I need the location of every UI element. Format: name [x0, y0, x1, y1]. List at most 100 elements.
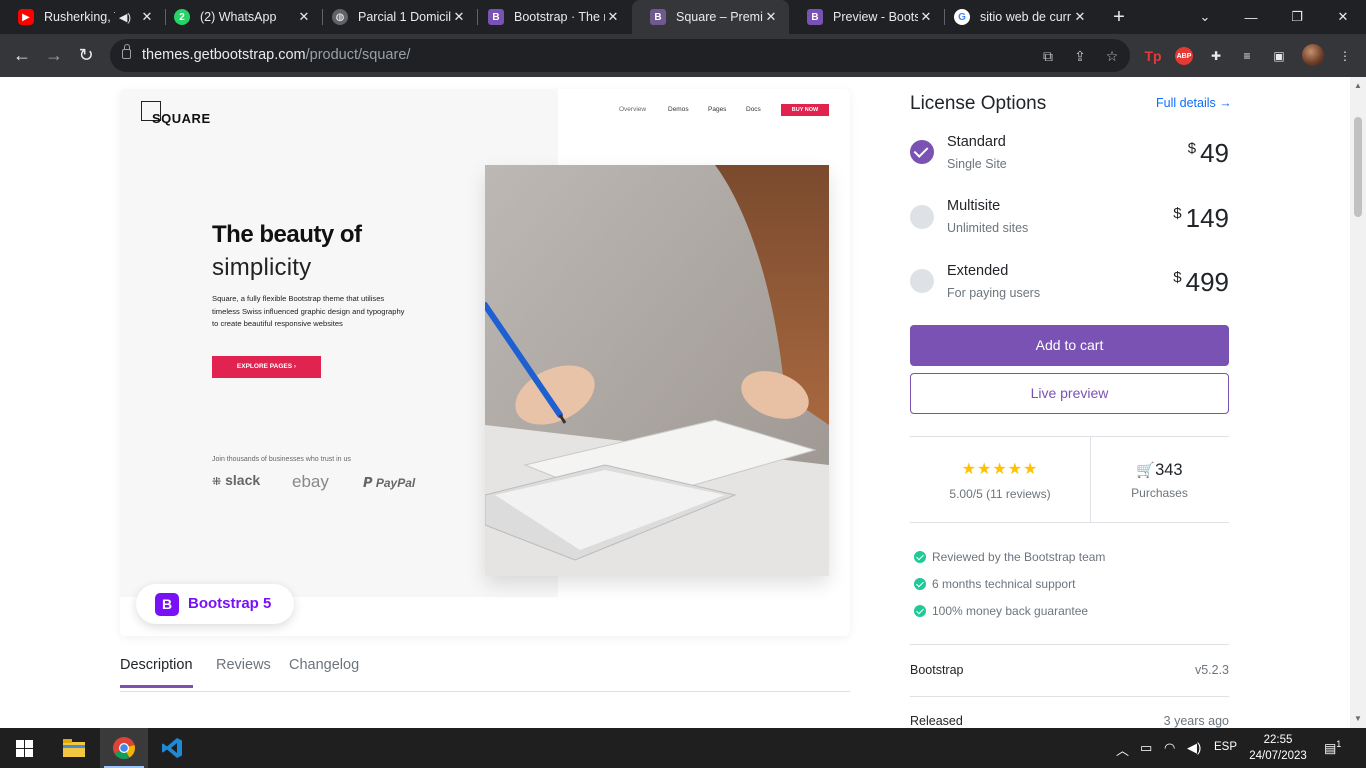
file-explorer-icon[interactable] — [50, 728, 98, 768]
live-preview-button[interactable]: Live preview — [910, 373, 1229, 414]
tab-description[interactable]: Description — [120, 657, 193, 688]
preview-nav-docs: Docs — [746, 106, 761, 113]
translate-icon[interactable]: ⧉ — [1038, 46, 1058, 66]
preview-nav-pages: Pages — [708, 106, 727, 113]
tab-title: Preview - Bootstr — [833, 10, 918, 24]
media-queue-icon[interactable]: ≡ — [1236, 45, 1258, 67]
license-multisite-price: $149 — [1173, 203, 1229, 233]
check-circle-icon — [914, 551, 926, 563]
close-window-icon[interactable]: ✕ — [1320, 0, 1366, 34]
license-extended-radio[interactable] — [910, 269, 934, 293]
preview-subheadline: simplicity — [212, 254, 312, 281]
browser-tab-whatsapp[interactable]: 2 (2) WhatsApp ✕ — [156, 0, 322, 34]
close-tab-icon[interactable]: ✕ — [605, 9, 621, 25]
license-standard-radio[interactable] — [910, 140, 934, 164]
tab-title: Square – Premium — [676, 10, 763, 24]
address-bar[interactable]: themes.getbootstrap.com/product/square/ … — [110, 39, 1130, 72]
clock-time: 22:55 — [1263, 734, 1293, 746]
browser-tab-youtube[interactable]: ▶ Rusherking, T ◀) ✕ — [0, 0, 165, 34]
close-tab-icon[interactable]: ✕ — [139, 9, 155, 25]
close-tab-icon[interactable]: ✕ — [763, 9, 779, 25]
chrome-menu-icon[interactable]: ⋮ — [1334, 45, 1356, 67]
lock-icon[interactable] — [122, 44, 131, 59]
youtube-icon: ▶ — [18, 9, 34, 25]
woman-writing-photo — [485, 165, 829, 576]
license-multisite-radio[interactable] — [910, 205, 934, 229]
license-extended-sub: For paying users — [947, 286, 1041, 300]
browser-toolbar: ← → ↻ themes.getbootstrap.com/product/sq… — [0, 34, 1366, 77]
profile-avatar[interactable] — [1302, 44, 1324, 66]
close-tab-icon[interactable]: ✕ — [296, 9, 312, 25]
windows-taskbar: ︿ ▭ ◠ ◀) ESP 22:55 24/07/2023 ▤1 — [0, 728, 1366, 768]
add-to-cart-button[interactable]: Add to cart — [910, 325, 1229, 366]
tab-title: Rusherking, T — [44, 10, 115, 24]
product-stats: ★★★★★ 5.00/5 (11 reviews) 🛒343 Purchases — [910, 436, 1229, 523]
audio-playing-icon[interactable]: ◀) — [119, 11, 131, 24]
close-tab-icon[interactable]: ✕ — [918, 9, 934, 25]
vscode-icon[interactable] — [148, 728, 196, 768]
tray-overflow-icon[interactable]: ︿ — [1116, 740, 1129, 759]
full-details-link[interactable]: Full details → — [1156, 96, 1232, 110]
url-text[interactable]: themes.getbootstrap.com/product/square/ — [142, 47, 410, 63]
scroll-up-arrow-icon[interactable]: ▲ — [1354, 81, 1362, 90]
volume-icon[interactable]: ◀) — [1187, 740, 1201, 756]
notification-center-icon[interactable]: ▤1 — [1324, 739, 1341, 756]
browser-tab-square[interactable]: B Square – Premium ✕ — [632, 0, 789, 34]
content-tabs: Description Reviews Changelog — [120, 647, 850, 692]
browser-tab-parcial[interactable]: ◍ Parcial 1 Domicili ✕ — [314, 0, 477, 34]
taskbar-clock[interactable]: 22:55 24/07/2023 — [1248, 732, 1308, 764]
rating-text[interactable]: 5.00/5 (11 reviews) — [910, 487, 1090, 501]
browser-tab-preview[interactable]: B Preview - Bootstr ✕ — [789, 0, 944, 34]
meta-divider — [910, 696, 1229, 697]
adblock-plus-icon[interactable]: ABP — [1175, 47, 1193, 65]
reload-icon[interactable]: ↻ — [73, 42, 99, 68]
square-logo: SQUARE — [152, 111, 211, 126]
purchases-count: 🛒343 — [1136, 461, 1183, 479]
ebay-logo: ebay — [292, 472, 329, 491]
google-icon: G — [954, 9, 970, 25]
tab-title: (2) WhatsApp — [200, 10, 277, 24]
minimize-icon[interactable]: — — [1228, 0, 1274, 34]
close-tab-icon[interactable]: ✕ — [451, 9, 467, 25]
license-multisite-name[interactable]: Multisite — [947, 198, 1000, 214]
paypal-mark-icon: 𝙋 — [363, 475, 373, 490]
bookmark-star-icon[interactable]: ☆ — [1102, 46, 1122, 66]
tp-extension-icon[interactable]: Tp — [1142, 45, 1164, 67]
battery-icon[interactable]: ▭ — [1140, 740, 1152, 756]
check-circle-icon — [914, 578, 926, 590]
feature-reviewed: Reviewed by the Bootstrap team — [914, 550, 1105, 564]
tab-changelog[interactable]: Changelog — [289, 657, 359, 685]
page-content: SQUARE Overview Demos Pages Docs BUY NOW… — [0, 77, 1350, 728]
preview-description: Square, a fully flexible Bootstrap theme… — [212, 294, 405, 328]
page-scrollbar[interactable]: ▲ ▼ — [1350, 77, 1366, 728]
extensions-puzzle-icon[interactable]: ✚ — [1205, 45, 1227, 67]
windows-start-icon[interactable] — [0, 728, 48, 768]
scrollbar-thumb[interactable] — [1354, 117, 1362, 217]
tab-search-icon[interactable]: ⌄ — [1182, 0, 1228, 34]
browser-tab-google[interactable]: G sitio web de curr ✕ — [936, 0, 1098, 34]
tab-title: Bootstrap · The m — [514, 10, 605, 24]
back-icon[interactable]: ← — [9, 42, 35, 68]
paypal-logo: 𝙋 PayPal — [363, 475, 416, 490]
new-tab-icon[interactable]: + — [1108, 6, 1130, 28]
wifi-icon[interactable]: ◠ — [1164, 740, 1175, 756]
clock-date: 24/07/2023 — [1249, 750, 1307, 762]
stats-divider — [1090, 437, 1091, 523]
whatsapp-icon: 2 — [174, 9, 190, 25]
browser-tab-bootstrap[interactable]: B Bootstrap · The m ✕ — [470, 0, 631, 34]
side-panel-icon[interactable]: ▣ — [1268, 45, 1290, 67]
theme-preview-card[interactable]: SQUARE Overview Demos Pages Docs BUY NOW… — [120, 89, 850, 636]
license-standard-price: $49 — [1187, 138, 1229, 168]
preview-buy-now-button: BUY NOW — [781, 104, 829, 116]
close-tab-icon[interactable]: ✕ — [1072, 9, 1088, 25]
forward-icon[interactable]: → — [41, 42, 67, 68]
license-extended-name[interactable]: Extended — [947, 263, 1008, 279]
tab-reviews[interactable]: Reviews — [216, 657, 271, 685]
license-standard-name[interactable]: Standard — [947, 134, 1006, 150]
chrome-taskbar-icon[interactable] — [100, 728, 148, 768]
language-indicator[interactable]: ESP — [1214, 741, 1237, 753]
share-icon[interactable]: ⇪ — [1070, 46, 1090, 66]
restore-icon[interactable]: ❐ — [1274, 0, 1320, 34]
feature-money-back: 100% money back guarantee — [914, 604, 1088, 618]
scroll-down-arrow-icon[interactable]: ▼ — [1354, 714, 1362, 723]
